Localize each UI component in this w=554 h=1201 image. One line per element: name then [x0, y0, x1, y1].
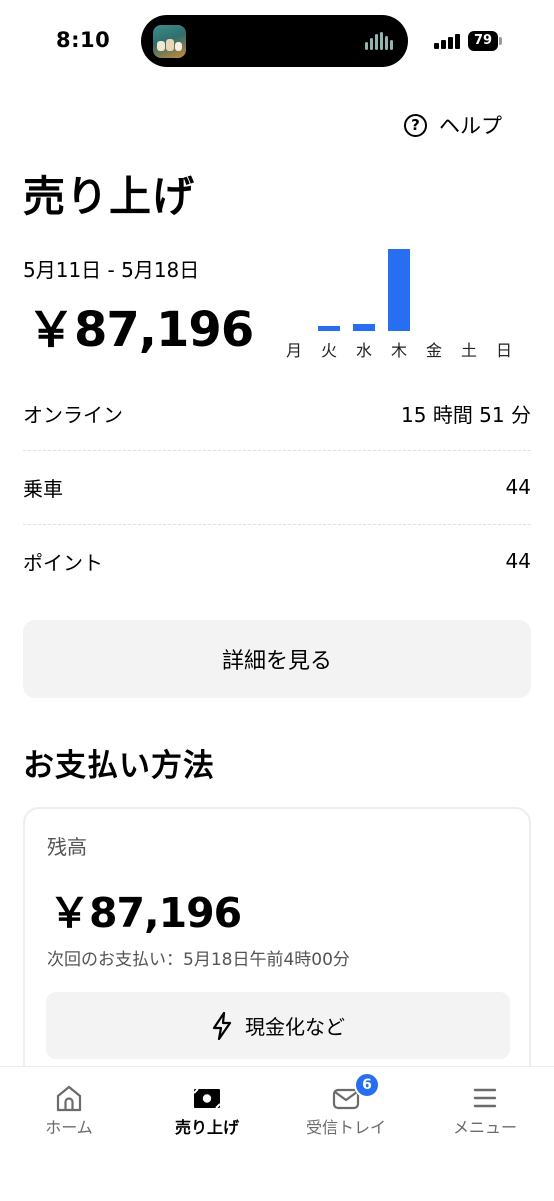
chart-day-label: 日	[495, 341, 512, 360]
nav-inbox-label: 受信トレイ	[305, 1118, 386, 1137]
home-icon	[56, 1085, 82, 1112]
cashout-label: 現金化など	[245, 1015, 345, 1039]
view-details-button[interactable]: 詳細を見る	[23, 620, 531, 698]
battery-level: 79	[468, 31, 498, 51]
battery-icon: 79	[468, 31, 502, 51]
lightning-icon	[212, 1011, 232, 1040]
stat-trips-label: 乗車	[23, 476, 63, 501]
stat-online-row: オンライン 15 時間 51 分	[23, 376, 531, 450]
stat-trips-value: 44	[505, 475, 531, 499]
chart-day-label: 火	[320, 341, 337, 360]
menu-icon	[473, 1088, 497, 1108]
now-playing-artwork-icon	[153, 25, 186, 58]
chart-day-label: 月	[285, 341, 302, 360]
weekly-earnings-chart[interactable]: 月火水木金土日	[280, 240, 520, 365]
audio-waveform-icon	[365, 31, 397, 53]
chart-bar[interactable]	[318, 326, 340, 331]
status-time: 8:10	[56, 28, 111, 52]
cashout-button[interactable]: 現金化など	[46, 992, 510, 1059]
nav-earnings[interactable]: 売り上げ	[138, 1067, 276, 1147]
stat-online-value: 15 時間 51 分	[401, 402, 531, 427]
date-range[interactable]: 5月11日 - 5月18日	[23, 254, 199, 283]
chart-bar[interactable]	[353, 324, 375, 331]
status-bar: 8:10 79	[0, 0, 554, 80]
chart-day-label: 木	[390, 341, 407, 360]
nav-inbox[interactable]: 6 受信トレイ	[277, 1067, 415, 1147]
stat-points-row: ポイント 44	[23, 524, 531, 598]
nav-home[interactable]: ホーム	[0, 1067, 138, 1147]
stat-points-label: ポイント	[23, 550, 103, 575]
payment-section-title: お支払い方法	[23, 748, 215, 784]
nav-menu[interactable]: メニュー	[416, 1067, 554, 1147]
inbox-badge: 6	[354, 1072, 380, 1098]
dynamic-island[interactable]	[141, 15, 408, 67]
balance-amount: ￥87,196	[49, 889, 242, 937]
chart-bar[interactable]	[388, 249, 410, 331]
balance-label: 残高	[47, 835, 87, 859]
chart-day-label: 水	[355, 341, 372, 360]
help-circle-icon: ?	[404, 113, 427, 137]
stat-points-value: 44	[505, 549, 531, 573]
page-title: 売り上げ	[23, 172, 196, 221]
chart-day-label: 土	[460, 341, 477, 360]
next-payout-text: 次回のお支払い：5月18日午前4時00分	[47, 950, 350, 970]
nav-menu-label: メニュー	[452, 1118, 517, 1137]
earnings-icon	[193, 1088, 221, 1109]
chart-day-label: 金	[425, 341, 442, 360]
nav-earnings-label: 売り上げ	[174, 1118, 239, 1137]
bottom-nav: ホーム 売り上げ 6 受信トレイ メニュー	[0, 1066, 554, 1201]
stat-trips-row: 乗車 44	[23, 450, 531, 524]
help-button[interactable]: ? ヘルプ	[404, 110, 502, 140]
cellular-signal-icon	[434, 33, 462, 49]
help-label: ヘルプ	[439, 114, 502, 138]
stat-online-label: オンライン	[23, 402, 123, 427]
total-earnings: ￥87,196	[27, 302, 254, 358]
nav-home-label: ホーム	[45, 1118, 93, 1137]
